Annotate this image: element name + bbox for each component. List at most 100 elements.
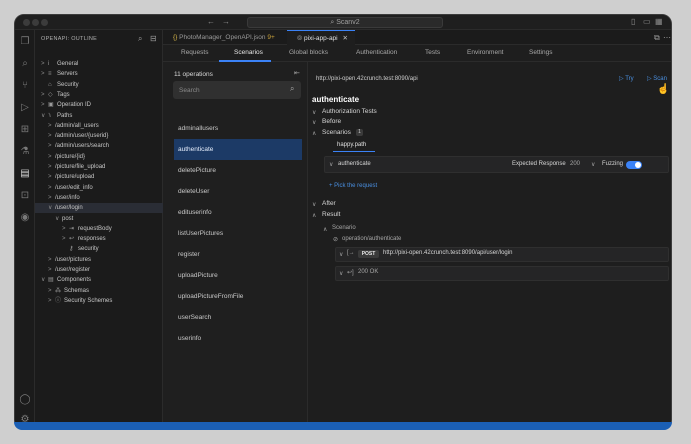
- chevron-right-icon[interactable]: >: [62, 224, 66, 234]
- chevron-down-icon[interactable]: ∨: [312, 119, 316, 126]
- chevron-right-icon[interactable]: >: [48, 172, 52, 182]
- account-icon[interactable]: ◯: [19, 394, 31, 406]
- chevron-right-icon[interactable]: >: [48, 131, 52, 141]
- tab-authentication[interactable]: Authentication: [356, 49, 397, 56]
- remote-explorer-icon[interactable]: ⊡: [19, 190, 31, 202]
- tree-item[interactable]: ⌂ Security: [35, 80, 163, 90]
- operation-item[interactable]: listUserPictures: [174, 223, 302, 244]
- operation-item[interactable]: uploadPicture: [174, 265, 302, 286]
- tree-item[interactable]: >/user/register: [35, 265, 163, 275]
- nav-back-icon[interactable]: ←: [207, 17, 215, 26]
- chevron-right-icon[interactable]: >: [48, 193, 52, 203]
- section-after[interactable]: After: [322, 200, 336, 207]
- tab-scenarios[interactable]: Scenarios: [234, 49, 263, 56]
- tree-item[interactable]: >/picture/upload: [35, 172, 163, 182]
- tree-item[interactable]: > ⁂ Schemas: [35, 286, 163, 296]
- operation-item[interactable]: deleteUser: [174, 181, 302, 202]
- window-close-dot[interactable]: [23, 19, 30, 26]
- try-button[interactable]: ▷ Try: [619, 75, 634, 82]
- section-scenarios[interactable]: Scenarios: [322, 129, 351, 136]
- run-debug-icon[interactable]: ▷: [19, 102, 31, 114]
- result-scenario-label[interactable]: Scenario: [332, 225, 356, 231]
- tree-item[interactable]: ∨ ⑊ Paths: [35, 111, 163, 121]
- operation-item[interactable]: edituserinfo: [174, 202, 302, 223]
- tab-global-blocks[interactable]: Global blocks: [289, 49, 328, 56]
- collapse-panel-icon[interactable]: ⇤: [294, 69, 300, 77]
- tab-pixi-app-api[interactable]: ⦾ pixi-app-api ✕: [287, 30, 355, 45]
- operation-item[interactable]: register: [174, 244, 302, 265]
- chevron-right-icon[interactable]: >: [48, 183, 52, 193]
- operation-item[interactable]: deletePicture: [174, 160, 302, 181]
- tab-photomanager[interactable]: {} PhotoManager_OpenAPI.json 9+: [163, 30, 287, 45]
- chevron-right-icon[interactable]: >: [41, 100, 45, 110]
- operation-item[interactable]: userinfo: [174, 328, 302, 349]
- scan-button[interactable]: ▷ Scan: [647, 75, 667, 82]
- tree-item[interactable]: >/picture/{id}: [35, 152, 163, 162]
- chevron-down-icon[interactable]: ∨: [48, 203, 52, 213]
- chevron-down-icon[interactable]: ∨: [55, 214, 59, 224]
- tab-settings[interactable]: Settings: [529, 49, 553, 56]
- chevron-right-icon[interactable]: >: [48, 265, 52, 275]
- openapi-icon[interactable]: ▤: [19, 168, 31, 180]
- chevron-right-icon[interactable]: >: [62, 234, 66, 244]
- tab-environment[interactable]: Environment: [467, 49, 504, 56]
- chevron-right-icon[interactable]: >: [41, 59, 45, 69]
- pick-request-link[interactable]: + Pick the request: [329, 183, 377, 189]
- layout-icon[interactable]: ▦: [655, 17, 663, 26]
- window-maximize-dot[interactable]: [41, 19, 48, 26]
- chevron-up-icon[interactable]: ∧: [323, 226, 327, 233]
- outline-collapse-icon[interactable]: ⊟: [150, 34, 157, 43]
- tree-item[interactable]: > ⓘ Security Schemes: [35, 296, 163, 306]
- chevron-down-icon[interactable]: ∨: [312, 201, 316, 208]
- tab-tests[interactable]: Tests: [425, 49, 440, 56]
- extensions-icon[interactable]: ⊞: [19, 124, 31, 136]
- section-result[interactable]: Result: [322, 211, 340, 218]
- testing-icon[interactable]: ⚗: [19, 146, 31, 158]
- chevron-right-icon[interactable]: >: [48, 162, 52, 172]
- window-minimize-dot[interactable]: [32, 19, 39, 26]
- tree-item[interactable]: > ↩ responses: [35, 234, 163, 244]
- tree-item[interactable]: >/admin/users/search: [35, 141, 163, 151]
- tree-item[interactable]: > ≡ Servers: [35, 69, 163, 79]
- chevron-down-icon[interactable]: ∨: [41, 111, 45, 121]
- section-authorization-tests[interactable]: Authorization Tests: [322, 108, 377, 115]
- close-icon[interactable]: ✕: [342, 35, 347, 42]
- chevron-up-icon[interactable]: ∧: [312, 130, 316, 137]
- operation-item[interactable]: uploadPictureFromFile: [174, 286, 302, 307]
- chevron-right-icon[interactable]: >: [41, 69, 45, 79]
- tree-item[interactable]: >/admin/user/{userid}: [35, 131, 163, 141]
- operation-item[interactable]: authenticate: [174, 139, 302, 160]
- toggle-panel-icon[interactable]: ▭: [643, 17, 651, 26]
- tree-item[interactable]: >/user/pictures: [35, 255, 163, 265]
- explorer-icon[interactable]: ❐: [19, 36, 31, 48]
- chevron-down-icon[interactable]: ∨: [312, 109, 316, 116]
- scenario-tab-happy-path[interactable]: happy.path: [337, 142, 366, 148]
- tree-item[interactable]: ∨ ▤ Components: [35, 275, 163, 285]
- tree-item[interactable]: > ◇ Tags: [35, 90, 163, 100]
- tree-item[interactable]: >/user/edit_info: [35, 183, 163, 193]
- operation-item[interactable]: adminallusers: [174, 118, 302, 139]
- chevron-right-icon[interactable]: >: [48, 296, 52, 306]
- tree-item[interactable]: >/admin/all_users: [35, 121, 163, 131]
- chevron-down-icon[interactable]: ∨: [591, 161, 595, 168]
- chevron-down-icon[interactable]: ∨: [329, 161, 333, 168]
- chevron-right-icon[interactable]: >: [48, 286, 52, 296]
- tree-item[interactable]: ∨ post: [35, 214, 163, 224]
- tree-item[interactable]: >/picture/file_upload: [35, 162, 163, 172]
- nav-forward-icon[interactable]: →: [222, 17, 230, 26]
- split-editor-icon[interactable]: ⧉: [654, 33, 660, 43]
- tree-item[interactable]: >/user/info: [35, 193, 163, 203]
- expected-response-select[interactable]: 200: [570, 161, 580, 167]
- chevron-down-icon[interactable]: ∨: [339, 251, 343, 258]
- chevron-right-icon[interactable]: >: [48, 152, 52, 162]
- more-actions-icon[interactable]: ⋯: [663, 33, 671, 42]
- chevron-right-icon[interactable]: >: [48, 255, 52, 265]
- tree-item[interactable]: > ▣ Operation ID: [35, 100, 163, 110]
- tree-item[interactable]: > ⇥ requestBody: [35, 224, 163, 234]
- chevron-right-icon[interactable]: >: [48, 141, 52, 151]
- extension-42crunch-icon[interactable]: ◉: [19, 212, 31, 224]
- chevron-up-icon[interactable]: ∧: [312, 212, 316, 219]
- chevron-down-icon[interactable]: ∨: [339, 270, 343, 277]
- tree-item[interactable]: > i General: [35, 59, 163, 69]
- chevron-right-icon[interactable]: >: [48, 121, 52, 131]
